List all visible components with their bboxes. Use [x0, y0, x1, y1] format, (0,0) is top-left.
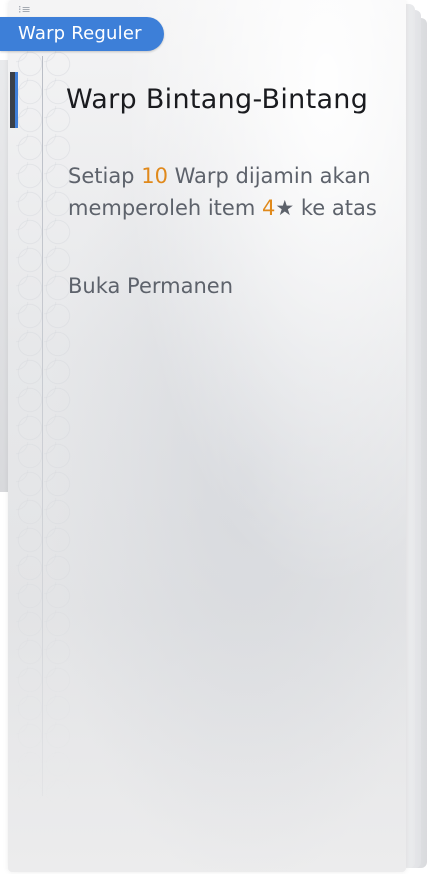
decorative-pattern: [16, 50, 72, 810]
rarity-number: 4: [261, 196, 276, 220]
pity-count: 10: [141, 164, 168, 188]
warp-info-card[interactable]: Warp Bintang-Bintang Setiap 10 Warp dija…: [8, 0, 406, 872]
star-icon: ★: [275, 196, 295, 220]
warp-type-tag[interactable]: Warp Reguler: [0, 17, 164, 51]
desc-text-1: Setiap: [68, 164, 142, 188]
warp-card-stage: Warp Bintang-Bintang Setiap 10 Warp dija…: [0, 0, 427, 874]
warp-title: Warp Bintang-Bintang: [66, 84, 369, 115]
warp-description: Setiap 10 Warp dijamin akan memperoleh i…: [68, 160, 408, 224]
desc-text-3: ke atas: [294, 196, 377, 220]
availability-status: Buka Permanen: [68, 274, 234, 298]
list-icon: ⁝≡: [18, 3, 31, 16]
selection-indicator: [10, 72, 18, 128]
vertical-divider: [42, 56, 43, 796]
